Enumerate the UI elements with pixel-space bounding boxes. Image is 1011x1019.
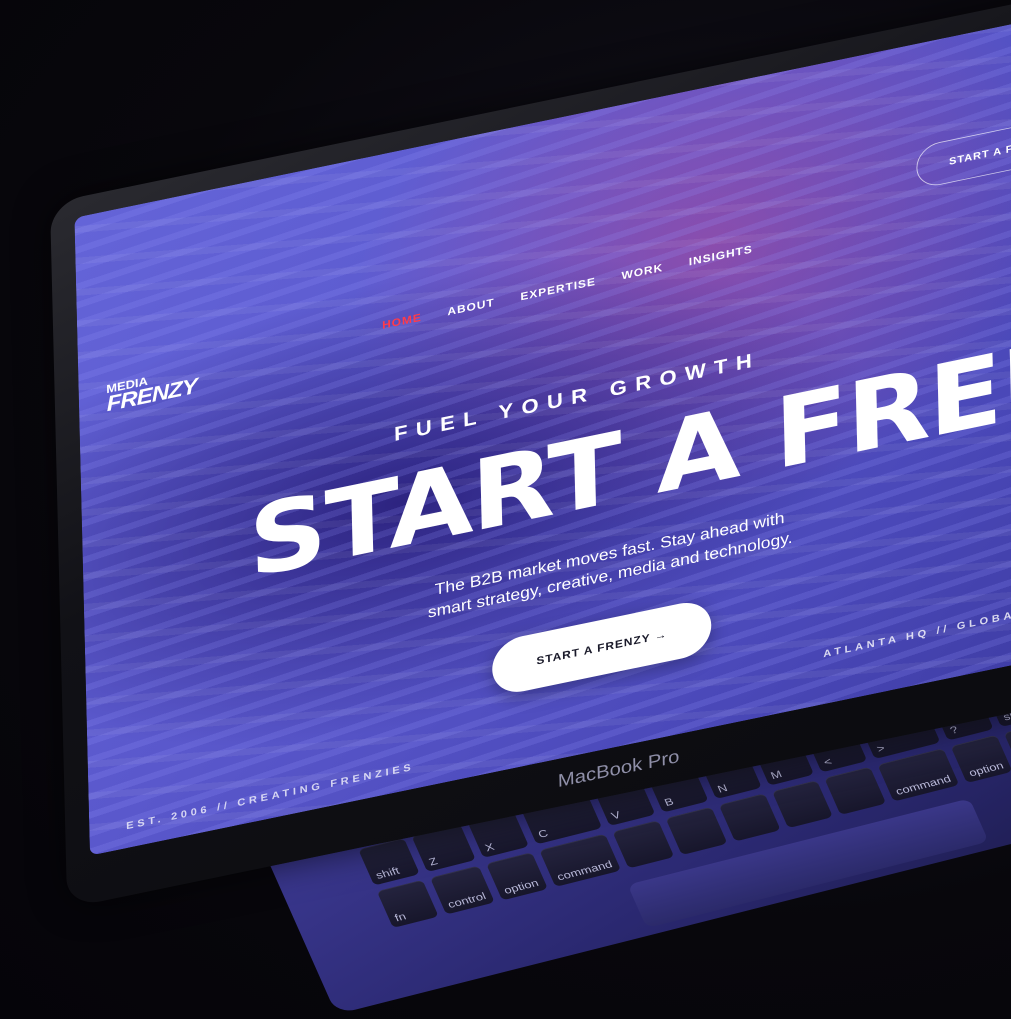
keyboard-key[interactable]: [718, 793, 781, 842]
nav-home[interactable]: HOME: [382, 311, 422, 331]
keyboard-key[interactable]: option: [951, 735, 1011, 783]
keyboard-key[interactable]: command: [539, 833, 621, 888]
main-nav: HOME ABOUT EXPERTISE WORK INSIGHTS: [382, 243, 753, 332]
header-cta-button[interactable]: START A FRENZY: [916, 111, 1011, 190]
keyboard-key[interactable]: control: [430, 865, 495, 915]
keyboard-key[interactable]: command: [877, 748, 960, 802]
hero-cta-button[interactable]: START A FRENZY →: [491, 597, 713, 698]
nav-work[interactable]: WORK: [621, 261, 663, 282]
keyboard-key[interactable]: [771, 780, 834, 829]
scene: esc!@#$%^&*()_+deletetabQWERTYUIOP{}|cap…: [0, 0, 1011, 1019]
keyboard-key[interactable]: option: [486, 852, 548, 901]
nav-insights[interactable]: INSIGHTS: [689, 243, 753, 268]
site-logo[interactable]: MEDIA FRENZY: [106, 366, 197, 416]
keyboard-key[interactable]: [665, 807, 728, 856]
keyboard-key[interactable]: [612, 820, 675, 869]
nav-about[interactable]: ABOUT: [447, 296, 494, 318]
keyboard-key[interactable]: [824, 766, 887, 815]
nav-expertise[interactable]: EXPERTISE: [520, 275, 596, 303]
footer-location: ATLANTA HQ // GLOBAL REACH: [823, 593, 1011, 660]
keyboard-key[interactable]: fn: [376, 880, 439, 928]
